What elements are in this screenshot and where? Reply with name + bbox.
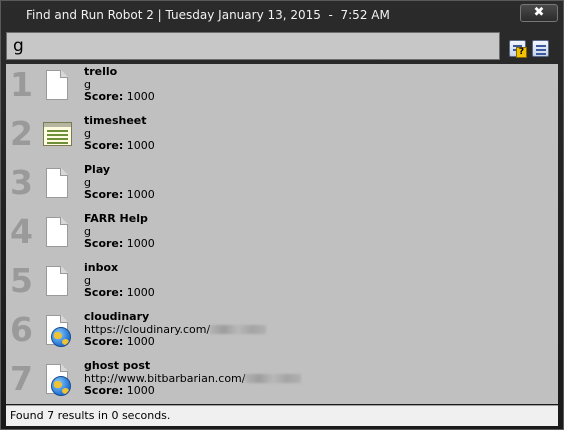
result-score: Score: 1000 (84, 384, 301, 398)
result-score: Score: 1000 (84, 335, 266, 349)
app-window: Find and Run Robot 2 | Tuesday January 1… (0, 0, 564, 430)
result-row[interactable]: 3 Play g Score: 1000 (6, 162, 558, 211)
result-name: trello (84, 65, 118, 78)
result-rank: 2 (10, 114, 33, 153)
redacted-text (210, 324, 267, 334)
score-label: Score: (84, 384, 124, 397)
result-text: inbox g Score: 1000 (84, 261, 155, 300)
title-bar[interactable]: Find and Run Robot 2 | Tuesday January 1… (1, 1, 563, 29)
result-row[interactable]: 1 trello g Score: 1000 (6, 64, 558, 113)
web-shortcut-icon (42, 315, 72, 347)
result-name: Play (84, 163, 111, 176)
search-row: g ? (6, 31, 558, 63)
result-rank: 7 (10, 359, 33, 398)
score-label: Score: (84, 335, 124, 348)
result-subtitle-text: g (84, 126, 91, 140)
score-value: 1000 (126, 237, 155, 250)
score-value: 1000 (126, 286, 155, 299)
close-button[interactable]: ✖ (520, 4, 558, 22)
result-rank: 5 (10, 261, 33, 300)
result-name: FARR Help (84, 212, 148, 225)
result-rank: 1 (10, 65, 33, 104)
status-text: Found 7 results in 0 seconds. (10, 409, 171, 422)
score-label: Score: (84, 90, 124, 103)
result-score: Score: 1000 (84, 286, 155, 300)
page-icon (42, 217, 72, 249)
result-rank: 6 (10, 310, 33, 349)
result-row[interactable]: 2 timesheet g Score: 1000 (6, 113, 558, 162)
score-label: Score: (84, 188, 124, 201)
score-label: Score: (84, 286, 124, 299)
result-score: Score: 1000 (84, 90, 155, 104)
result-name: timesheet (84, 114, 147, 127)
result-text: trello g Score: 1000 (84, 65, 155, 104)
help-icon[interactable]: ? (509, 40, 527, 58)
score-value: 1000 (126, 90, 155, 103)
status-bar: Found 7 results in 0 seconds. (6, 405, 558, 426)
result-text: cloudinary https://cloudinary.com/Score: … (84, 310, 267, 349)
result-subtitle-text: https://cloudinary.com/ (84, 322, 211, 336)
question-badge: ? (516, 47, 527, 58)
options-icon[interactable] (532, 40, 549, 57)
result-subtitle-text: g (84, 224, 91, 238)
score-label: Score: (84, 237, 124, 250)
result-subtitle-text: g (84, 175, 91, 189)
result-rank: 3 (10, 163, 33, 202)
window-title: Find and Run Robot 2 | Tuesday January 1… (26, 8, 390, 22)
page-icon (42, 168, 72, 200)
result-score: Score: 1000 (84, 139, 155, 153)
search-input[interactable]: g (6, 32, 500, 60)
results-list: 1 trello g Score: 1000 2 timesheet g Score: 100… (6, 64, 558, 404)
redacted-text (245, 373, 302, 383)
score-label: Score: (84, 139, 124, 152)
score-value: 1000 (126, 139, 155, 152)
result-subtitle-text: g (84, 273, 91, 287)
result-text: Play g Score: 1000 (84, 163, 155, 202)
result-subtitle-text: http://www.bitbarbarian.com/ (84, 371, 246, 385)
result-row[interactable]: 4 FARR Help g Score: 1000 (6, 211, 558, 260)
web-shortcut-icon (42, 364, 72, 396)
score-value: 1000 (126, 335, 155, 348)
score-value: 1000 (126, 384, 155, 397)
result-rank: 4 (10, 212, 33, 251)
result-row[interactable]: 7 ghost post http://www.bitbarbarian.com/S… (6, 358, 558, 407)
result-score: Score: 1000 (84, 188, 155, 202)
result-text: timesheet g Score: 1000 (84, 114, 155, 153)
page-icon (42, 266, 72, 298)
result-text: ghost post http://www.bitbarbarian.com/Sc… (84, 359, 302, 398)
result-score: Score: 1000 (84, 237, 155, 251)
result-text: FARR Help g Score: 1000 (84, 212, 155, 251)
score-value: 1000 (126, 188, 155, 201)
result-subtitle-text: g (84, 77, 91, 91)
result-row[interactable]: 5 inbox g Score: 1000 (6, 260, 558, 309)
result-name: inbox (84, 261, 119, 274)
result-row[interactable]: 6 cloudinary https://cloudinary.com/Score:… (6, 309, 558, 358)
spreadsheet-icon (42, 119, 72, 151)
page-icon (42, 70, 72, 102)
